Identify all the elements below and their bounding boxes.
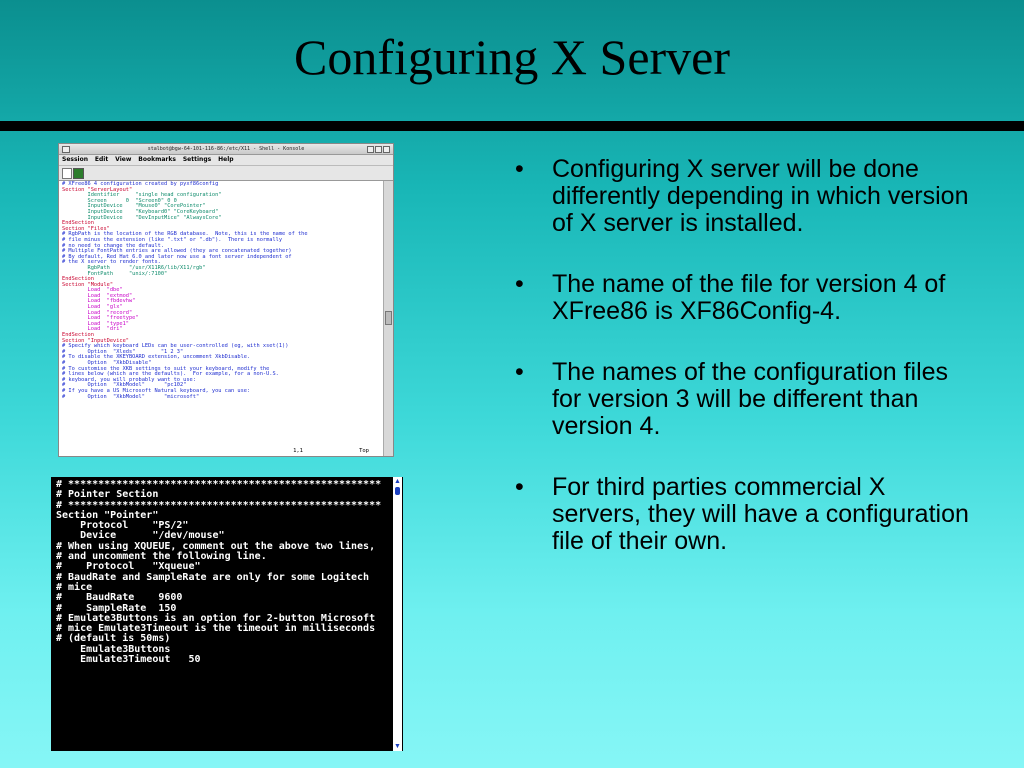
terminal-scroll-thumb[interactable] bbox=[395, 487, 400, 495]
konsole-scrollbar[interactable] bbox=[383, 181, 393, 456]
menu-session[interactable]: Session bbox=[62, 156, 88, 163]
menu-view[interactable]: View bbox=[115, 156, 131, 163]
bullet-item: • The names of the configuration files fo… bbox=[510, 359, 980, 440]
close-icon[interactable] bbox=[383, 146, 390, 153]
konsole-screenshot: stalbot@bgw-64-101-116-86:/etc/X11 - She… bbox=[58, 143, 394, 457]
terminal-screenshot: # **************************************… bbox=[51, 477, 403, 751]
bullet-text: For third parties commercial X servers, … bbox=[552, 473, 969, 555]
konsole-text-area[interactable]: # XFree86 4 configuration created by pyx… bbox=[59, 181, 383, 456]
konsole-titlebar: stalbot@bgw-64-101-116-86:/etc/X11 - She… bbox=[59, 144, 393, 155]
konsole-scroll-thumb[interactable] bbox=[385, 311, 392, 325]
bullet-dot-icon: • bbox=[515, 473, 524, 501]
terminal-code-line: Emulate3Timeout 50 bbox=[56, 654, 201, 666]
konsole-code-line: # Option "XkbModel" "microsoft" bbox=[62, 393, 200, 400]
scroll-down-icon[interactable]: ▼ bbox=[394, 743, 401, 750]
konsole-window-title: stalbot@bgw-64-101-116-86:/etc/X11 - She… bbox=[147, 146, 305, 152]
scroll-position: Top bbox=[359, 448, 369, 454]
bullet-item: • Configuring X server will be done diffe… bbox=[510, 156, 980, 237]
bullet-item: • The name of the file for version 4 of X… bbox=[510, 271, 980, 325]
bullet-dot-icon: • bbox=[515, 358, 524, 386]
bullet-text: The name of the file for version 4 of XF… bbox=[552, 270, 946, 325]
terminal-text-area[interactable]: # **************************************… bbox=[56, 479, 391, 751]
new-session-icon[interactable] bbox=[62, 168, 72, 179]
terminal-code-line: # BaudRate and SampleRate are only for s… bbox=[56, 571, 370, 583]
bullet-text: The names of the configuration files for… bbox=[552, 358, 949, 440]
bullet-list: • Configuring X server will be done diffe… bbox=[510, 156, 980, 589]
minimize-icon[interactable] bbox=[367, 146, 374, 153]
bullet-dot-icon: • bbox=[515, 270, 524, 298]
menu-settings[interactable]: Settings bbox=[183, 156, 211, 163]
maximize-icon[interactable] bbox=[375, 146, 382, 153]
title-divider bbox=[0, 121, 1024, 131]
bullet-text: Configuring X server will be done differ… bbox=[552, 155, 969, 237]
bullet-dot-icon: • bbox=[515, 155, 524, 183]
konsole-toolbar bbox=[59, 166, 393, 181]
scroll-up-icon[interactable]: ▲ bbox=[394, 478, 401, 485]
window-menu-icon[interactable] bbox=[62, 146, 70, 153]
menu-edit[interactable]: Edit bbox=[95, 156, 108, 163]
cursor-position: 1,1 bbox=[293, 448, 303, 454]
terminal-icon[interactable] bbox=[73, 168, 84, 179]
bullet-item: • For third parties commercial X servers,… bbox=[510, 474, 980, 555]
konsole-menubar: Session Edit View Bookmarks Settings Hel… bbox=[59, 155, 393, 166]
terminal-scrollbar[interactable]: ▲ ▼ bbox=[393, 477, 402, 751]
slide-title: Configuring X Server bbox=[293, 29, 731, 85]
menu-bookmarks[interactable]: Bookmarks bbox=[138, 156, 176, 163]
menu-help[interactable]: Help bbox=[218, 156, 233, 163]
